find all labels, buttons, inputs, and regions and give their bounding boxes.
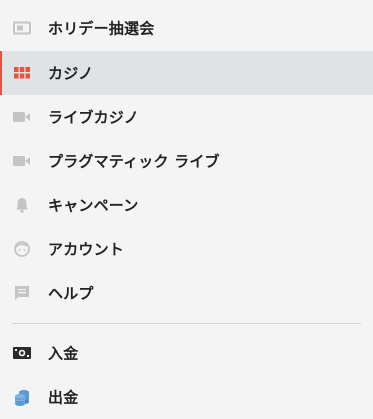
ticket-icon bbox=[12, 18, 32, 38]
side-menu: ホリデー抽選会 カジノ ライブカジノ プラグマティック ライブ キャンペーン ア… bbox=[0, 0, 373, 419]
menu-item-label: 入金 bbox=[48, 344, 79, 363]
menu-item-account[interactable]: アカウント bbox=[0, 227, 373, 271]
menu-item-label: ライブカジノ bbox=[48, 108, 139, 127]
bell-icon bbox=[12, 195, 32, 215]
menu-item-campaign[interactable]: キャンペーン bbox=[0, 183, 373, 227]
account-face-icon bbox=[12, 239, 32, 259]
menu-item-label: アカウント bbox=[48, 240, 125, 259]
deposit-cash-icon bbox=[12, 343, 32, 363]
menu-item-casino[interactable]: カジノ bbox=[0, 51, 373, 95]
chat-icon bbox=[12, 283, 32, 303]
menu-item-label: ヘルプ bbox=[48, 284, 94, 303]
menu-item-help[interactable]: ヘルプ bbox=[0, 271, 373, 315]
menu-item-label: 出金 bbox=[48, 388, 79, 407]
video-camera-icon bbox=[12, 151, 32, 171]
casino-grid-icon bbox=[12, 63, 32, 83]
video-camera-icon bbox=[12, 107, 32, 127]
menu-item-deposit[interactable]: 入金 bbox=[0, 331, 373, 375]
withdraw-coins-icon bbox=[12, 387, 32, 407]
menu-item-pragmatic-live[interactable]: プラグマティック ライブ bbox=[0, 139, 373, 183]
menu-item-label: カジノ bbox=[48, 64, 94, 83]
menu-divider bbox=[12, 323, 361, 324]
menu-item-label: ホリデー抽選会 bbox=[48, 19, 155, 38]
menu-item-label: プラグマティック ライブ bbox=[48, 152, 220, 171]
menu-item-label: キャンペーン bbox=[48, 196, 139, 215]
menu-item-withdraw[interactable]: 出金 bbox=[0, 375, 373, 419]
menu-item-holiday-lottery[interactable]: ホリデー抽選会 bbox=[0, 6, 373, 50]
menu-item-live-casino[interactable]: ライブカジノ bbox=[0, 95, 373, 139]
